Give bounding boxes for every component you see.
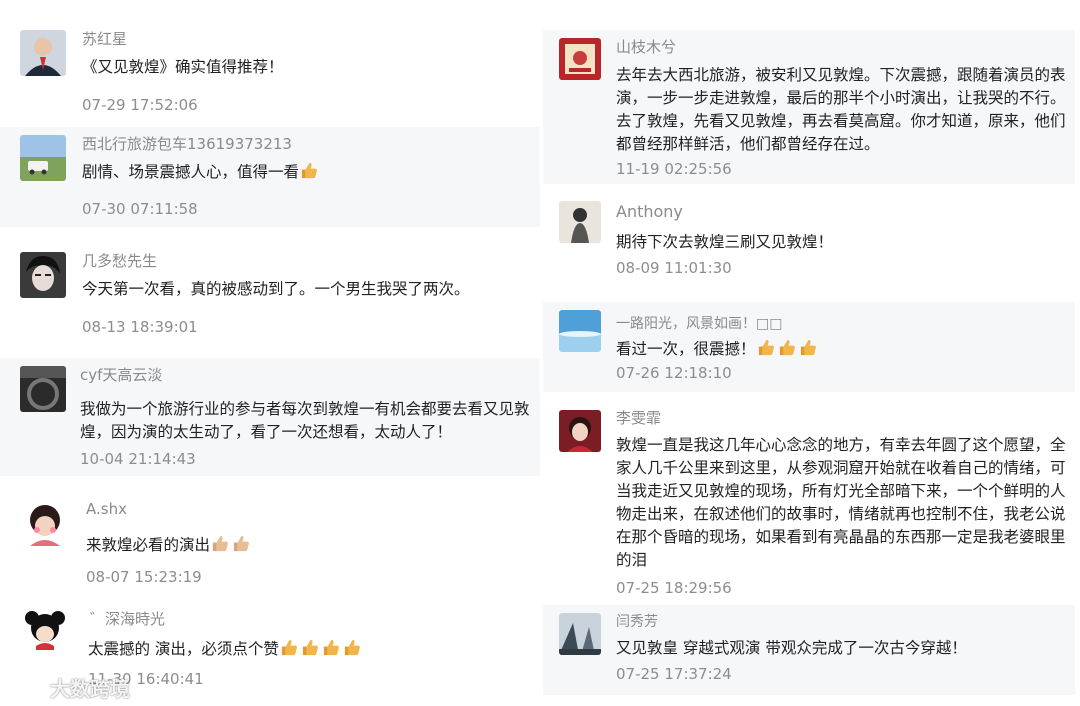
comment-text: 太震撼的 演出，必须点个赞 [88,638,364,664]
commenter-name[interactable]: 几多愁先生 [82,250,157,271]
comment-card: 苏红星 《又见敦煌》确实值得推荐！ 07-29 17:52:06 [0,22,540,120]
comment-text: 期待下次去敦煌三刷又见敦煌！ [616,233,834,251]
avatar[interactable] [20,135,66,181]
thumbs-up-icon [211,534,253,560]
comment-time: 07-26 12:18:10 [616,364,732,382]
comment-time: 08-09 11:01:30 [616,259,732,277]
comment-text: 敦煌一直是我这几年心心念念的地方，有幸去年圆了这个愿望，全 家人几千公里来到这里… [616,436,1066,569]
comment-card: cyf天高云淡 我做为一个旅游行业的参与者每次到敦煌一有机会都要去看又见敦 煌，… [0,358,540,476]
comment-text: 看过一次，很震撼！ [616,338,820,364]
comment-time: 10-04 21:14:43 [80,450,196,468]
comment-text: 剧情、场景震撼人心，值得一看 [82,161,321,187]
commenter-name[interactable]: 一路阳光，风景如画！□□ [616,313,782,333]
thumbs-up-icon [280,638,364,664]
comment-time: 07-30 07:11:58 [82,200,198,218]
comment-card: A.shx 来敦煌必看的演出 08-07 15:23:19 [0,492,540,592]
comment-text: 去年去大西北旅游，被安利又见敦煌。下次震撼，跟随着演员的表 演，一步一步走进敦煌… [616,66,1066,153]
thumbs-up-icon [300,161,321,187]
comment-text: 今天第一次看，真的被感动到了。一个男生我哭了两次。 [82,280,470,298]
comment-card: 闫秀芳 又见敦皇 穿越式观演 带观众完成了一次古今穿越！ 07-25 17:37… [543,605,1075,695]
commenter-name[interactable]: 李雯霏 [616,407,661,428]
avatar[interactable] [20,30,66,76]
comment-time: 07-29 17:52:06 [82,96,198,114]
comment-text: 《又见敦煌》确实值得推荐！ [82,58,284,76]
comment-time: 07-25 17:37:24 [616,665,732,683]
comment-card: 李雯霏 敦煌一直是我这几年心心念念的地方，有幸去年圆了这个愿望，全 家人几千公里… [543,402,1075,600]
comment-time: 07-25 18:29:56 [616,579,732,597]
comment-text: 来敦煌必看的演出 [86,534,253,560]
watermark-logo-icon [8,676,48,705]
commenter-name[interactable]: Anthony [616,202,683,221]
avatar[interactable] [559,613,601,655]
avatar[interactable] [22,500,68,546]
comment-time: 08-07 15:23:19 [86,568,202,586]
avatar[interactable] [20,252,66,298]
comment-time: 08-13 18:39:01 [82,318,198,336]
commenter-name[interactable]: 苏红星 [82,28,127,49]
comment-text: 我做为一个旅游行业的参与者每次到敦煌一有机会都要去看又见敦 煌，因为演的太生动了… [80,400,530,441]
commenter-name[interactable]: 西北行旅游包车13619373213 [82,133,292,154]
comment-time: 11-19 02:25:56 [616,160,732,178]
commenter-name[interactable]: A.shx [86,500,127,518]
comment-card: 几多愁先生 今天第一次看，真的被感动到了。一个男生我哭了两次。 08-13 18… [0,244,540,344]
comment-card: Anthony 期待下次去敦煌三刷又见敦煌！ 08-09 11:01:30 [543,193,1075,289]
commenter-name[interactable]: cyf天高云淡 [80,364,162,385]
avatar[interactable] [559,201,601,243]
comment-text: 又见敦皇 穿越式观演 带观众完成了一次古今穿越！ [616,639,967,657]
comment-card: 山枝木兮 去年去大西北旅游，被安利又见敦煌。下次震撼，跟随着演员的表 演，一步一… [543,30,1075,184]
commenter-name[interactable]: 山枝木兮 [616,36,676,57]
commenter-name[interactable]: 闫秀芳 [616,611,658,631]
commenter-name[interactable]: ゛深海時光 [90,608,165,629]
avatar[interactable] [559,38,601,80]
thumbs-up-icon [757,338,820,364]
avatar[interactable] [20,366,66,412]
comment-card: 一路阳光，风景如画！□□ 看过一次，很震撼！ 07-26 12:18:10 [543,302,1075,392]
comment-card: 西北行旅游包车13619373213 剧情、场景震撼人心，值得一看 07-30 … [0,127,540,227]
avatar[interactable] [22,604,68,650]
watermark: 大数跨境 [8,673,130,705]
avatar[interactable] [559,410,601,452]
avatar[interactable] [559,310,601,352]
